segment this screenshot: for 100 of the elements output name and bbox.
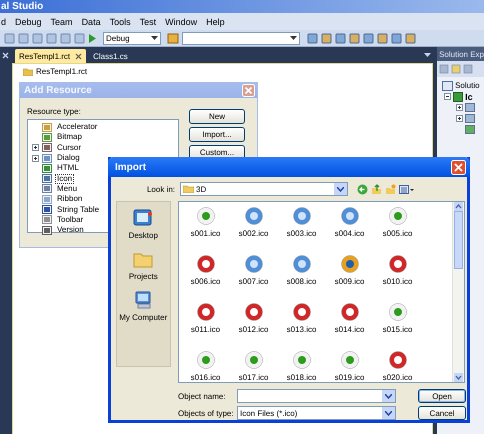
tree-item[interactable]: HTML: [55, 163, 81, 174]
file-icon[interactable]: [465, 114, 476, 123]
place-label[interactable]: My Computer: [119, 313, 168, 322]
toolbar-icon[interactable]: [46, 32, 57, 44]
toolbar-icon[interactable]: [335, 32, 346, 44]
file-name[interactable]: s017.ico: [238, 373, 268, 382]
tree-item[interactable]: Ribbon: [55, 194, 84, 204]
file-name[interactable]: s009.ico: [334, 277, 364, 286]
file-name[interactable]: s007.ico: [238, 277, 268, 286]
menu-bar-entry[interactable]: Test: [140, 16, 156, 26]
collapse-icon[interactable]: [444, 93, 452, 100]
toolbar-icon[interactable]: [74, 32, 85, 44]
view-menu-icon[interactable]: [399, 184, 414, 194]
dialog-button[interactable]: New: [189, 109, 245, 124]
toolbar-icon[interactable]: [391, 32, 402, 44]
file-icon[interactable]: [465, 125, 476, 134]
file-icon[interactable]: [292, 303, 311, 321]
scroll-down-icon[interactable]: [454, 373, 463, 382]
toolbar-icon[interactable]: [18, 32, 29, 44]
file-icon[interactable]: [340, 351, 359, 369]
document-tab[interactable]: Class1.cs: [89, 49, 132, 63]
toolbar-icon[interactable]: [363, 32, 374, 44]
file-name[interactable]: s015.ico: [382, 325, 412, 334]
dropdown-arrow-icon[interactable]: [151, 36, 158, 40]
file-icon[interactable]: [388, 207, 407, 225]
dropdown-icon[interactable]: [424, 52, 432, 58]
file-icon[interactable]: [196, 303, 215, 321]
tree-item[interactable]: Ic: [465, 92, 473, 102]
desktop-icon[interactable]: [133, 209, 154, 227]
menu-bar-entry[interactable]: d: [1, 16, 6, 26]
toolbar-icon[interactable]: [439, 64, 450, 74]
toolbar-icon[interactable]: [4, 32, 15, 44]
file-name[interactable]: s013.ico: [286, 325, 316, 334]
menu-bar-entry[interactable]: Data: [82, 16, 101, 26]
file-icon[interactable]: [292, 207, 311, 225]
cancel-button[interactable]: Cancel: [418, 406, 466, 420]
file-name[interactable]: s004.ico: [334, 229, 364, 238]
toolbar-icon[interactable]: [32, 32, 43, 44]
close-button[interactable]: [242, 84, 255, 97]
open-button[interactable]: Open: [418, 389, 466, 403]
up-folder-icon[interactable]: [371, 184, 382, 194]
tree-item[interactable]: Solutio: [455, 81, 480, 90]
menu-bar-entry[interactable]: Tools: [110, 16, 131, 26]
file-icon[interactable]: [292, 351, 311, 369]
file-icon[interactable]: [340, 255, 359, 273]
expand-icon[interactable]: [32, 144, 39, 152]
computer-icon[interactable]: [133, 291, 154, 309]
file-icon[interactable]: [465, 103, 476, 112]
back-icon[interactable]: [357, 184, 368, 194]
place-label[interactable]: Projects: [128, 272, 158, 281]
toolbar-icon[interactable]: [60, 32, 71, 44]
close-button[interactable]: [451, 160, 466, 174]
file-name[interactable]: s001.ico: [190, 229, 220, 238]
expand-icon[interactable]: [456, 104, 464, 111]
menu-bar-entry[interactable]: Window: [165, 16, 198, 26]
file-icon[interactable]: [340, 207, 359, 225]
file-name[interactable]: s010.ico: [382, 277, 412, 286]
file-icon[interactable]: [244, 303, 263, 321]
toolbar-icon[interactable]: [321, 32, 332, 44]
file-name[interactable]: s006.ico: [190, 277, 220, 286]
file-name[interactable]: s011.ico: [190, 325, 220, 334]
tree-item[interactable]: String Table: [55, 204, 102, 215]
place-label[interactable]: Desktop: [128, 231, 158, 240]
file-name[interactable]: s019.ico: [334, 373, 364, 382]
file-icon[interactable]: [244, 207, 263, 225]
object-name-field[interactable]: [237, 389, 396, 403]
file-icon[interactable]: [244, 351, 263, 369]
file-icon[interactable]: [244, 255, 263, 273]
look-in-dropdown[interactable]: 3D: [180, 182, 348, 196]
file-icon[interactable]: [388, 351, 407, 369]
toolbar-icon[interactable]: [405, 32, 416, 44]
file-icon[interactable]: [196, 255, 215, 273]
dropdown-arrow-icon[interactable]: [290, 36, 297, 40]
configuration-dropdown[interactable]: Debug: [103, 32, 161, 44]
menu-bar-entry[interactable]: Help: [206, 16, 225, 26]
scrollbar[interactable]: [452, 202, 464, 382]
file-type-dropdown[interactable]: Icon Files (*.ico): [237, 406, 396, 420]
file-name[interactable]: s008.ico: [286, 277, 316, 286]
tree-item[interactable]: Accelerator: [55, 122, 100, 132]
toolbar-icon[interactable]: [463, 64, 474, 74]
toolbar-icon[interactable]: [377, 32, 388, 44]
tree-item[interactable]: Menu: [55, 184, 80, 194]
tree-item[interactable]: Version: [55, 225, 86, 236]
file-icon[interactable]: [196, 207, 215, 225]
menu-bar-entry[interactable]: Debug: [15, 16, 42, 26]
file-name[interactable]: s012.ico: [238, 325, 268, 334]
file-icon[interactable]: [292, 255, 311, 273]
file-icon[interactable]: [196, 351, 215, 369]
file-icon[interactable]: [340, 303, 359, 321]
tree-item[interactable]: Cursor: [55, 142, 84, 153]
tree-item[interactable]: Toolbar: [55, 214, 86, 225]
tree-item[interactable]: Bitmap: [55, 132, 84, 142]
file-name[interactable]: s003.ico: [286, 229, 316, 238]
file-name[interactable]: s005.ico: [382, 229, 412, 238]
close-icon[interactable]: [75, 52, 82, 60]
file-icon[interactable]: [388, 255, 407, 273]
document-tab[interactable]: ResTempl1.rct: [15, 49, 86, 63]
dialog-button[interactable]: Import...: [189, 127, 245, 142]
file-icon[interactable]: [388, 303, 407, 321]
file-name[interactable]: s018.ico: [286, 373, 316, 382]
